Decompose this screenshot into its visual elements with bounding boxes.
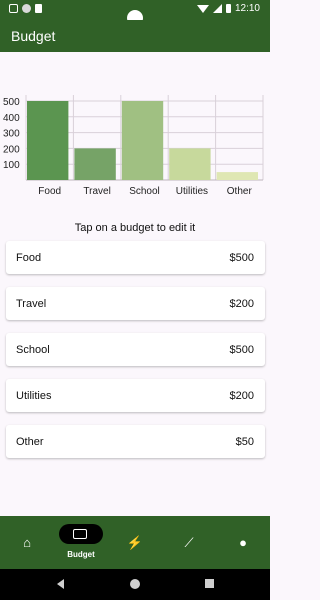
x-tick-label: Food bbox=[38, 186, 61, 197]
budget-item-utilities[interactable]: Utilities $200 bbox=[6, 379, 265, 412]
budget-amount: $50 bbox=[235, 436, 254, 448]
x-tick-label: Other bbox=[227, 186, 253, 197]
home-icon: ⌂ bbox=[23, 535, 31, 550]
battery-icon bbox=[225, 4, 231, 13]
bar-travel bbox=[74, 148, 116, 180]
budget-item-school[interactable]: School $500 bbox=[6, 333, 265, 366]
status-icons-left bbox=[9, 4, 42, 13]
nav-trends[interactable]: ⟋ bbox=[162, 516, 216, 569]
x-tick-label: Travel bbox=[83, 186, 110, 197]
nav-budget-label: Budget bbox=[67, 550, 95, 559]
budget-amount: $200 bbox=[229, 390, 254, 402]
budget-icon bbox=[73, 529, 87, 539]
wifi-icon bbox=[196, 4, 209, 13]
home-button-icon[interactable] bbox=[130, 579, 140, 589]
budget-item-travel[interactable]: Travel $200 bbox=[6, 287, 265, 320]
status-icons-right: 12:10 bbox=[196, 3, 260, 14]
x-tick-label: Utilities bbox=[176, 186, 208, 197]
budget-chart: 100 200 300 400 500 Food Travel School Utilities… bbox=[0, 90, 270, 200]
y-tick-label: 400 bbox=[3, 113, 20, 124]
budget-name: Other bbox=[16, 436, 44, 448]
signal-icon bbox=[212, 4, 222, 13]
sync-icon bbox=[22, 4, 31, 13]
person-icon: ● bbox=[239, 535, 247, 550]
bar-food bbox=[27, 101, 69, 180]
nav-profile[interactable]: ● bbox=[216, 516, 270, 569]
edit-hint: Tap on a budget to edit it bbox=[74, 222, 196, 234]
sd-card-icon bbox=[35, 4, 42, 13]
nav-budget[interactable]: Budget bbox=[54, 516, 108, 569]
budget-bar-chart: 100 200 300 400 500 Food Travel School Utilities… bbox=[3, 95, 264, 197]
x-tick-label: School bbox=[129, 186, 160, 197]
recents-icon[interactable] bbox=[205, 579, 214, 588]
back-icon[interactable] bbox=[57, 579, 64, 589]
bar-other bbox=[216, 172, 258, 180]
budget-name: Travel bbox=[16, 298, 47, 310]
notification-icon bbox=[9, 4, 18, 13]
y-tick-label: 200 bbox=[3, 144, 20, 155]
status-time: 12:10 bbox=[234, 3, 260, 14]
system-nav-bar bbox=[0, 569, 270, 600]
y-tick-label: 300 bbox=[3, 129, 20, 140]
budget-name: Utilities bbox=[16, 390, 52, 402]
bar-school bbox=[121, 101, 164, 180]
budget-amount: $500 bbox=[229, 344, 254, 356]
bar-utilities bbox=[169, 148, 211, 180]
flash-off-icon: ⚡ bbox=[126, 535, 144, 550]
trend-icon: ⟋ bbox=[184, 535, 194, 550]
bottom-nav: ⌂ Budget ⚡ ⟋ ● bbox=[0, 516, 270, 569]
budget-item-other[interactable]: Other $50 bbox=[6, 425, 265, 458]
nav-expenses[interactable]: ⚡ bbox=[108, 516, 162, 569]
y-tick-label: 500 bbox=[3, 97, 20, 108]
budget-name: Food bbox=[16, 252, 42, 264]
y-tick-label: 100 bbox=[3, 160, 20, 171]
budget-amount: $500 bbox=[229, 252, 254, 264]
app-bar: Budget bbox=[0, 20, 270, 52]
page-title: Budget bbox=[11, 28, 56, 44]
budget-list: Food $500 Travel $200 School $500 Utilit… bbox=[6, 241, 265, 471]
budget-amount: $200 bbox=[229, 298, 254, 310]
status-bar: 12:10 bbox=[0, 0, 270, 26]
nav-home[interactable]: ⌂ bbox=[0, 516, 54, 569]
budget-item-food[interactable]: Food $500 bbox=[6, 241, 265, 274]
budget-name: School bbox=[16, 344, 50, 356]
